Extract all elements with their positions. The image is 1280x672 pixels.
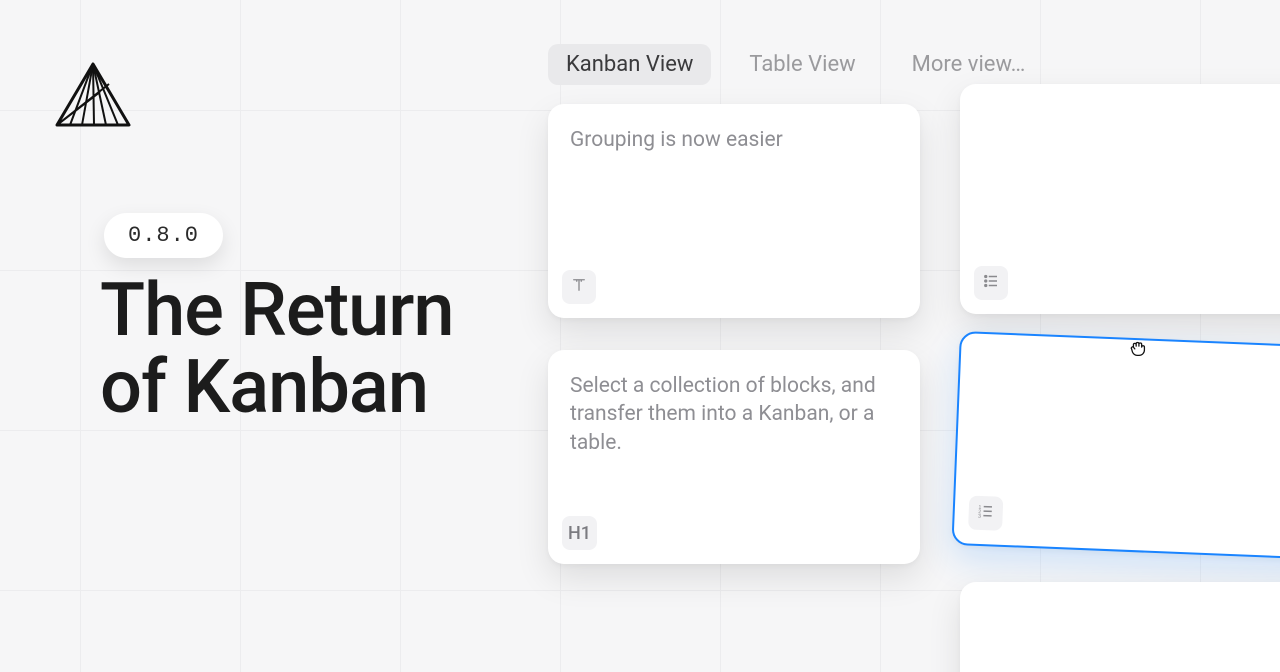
block-type-badge-numbered-list: 1 2 3 (968, 496, 1003, 531)
tab-label: Kanban View (566, 52, 693, 77)
kanban-card-grouping[interactable]: Grouping is now easier (548, 104, 920, 318)
kanban-card-selected-ol[interactable]: 1 2 3 (951, 331, 1280, 560)
bulleted-list-icon (982, 272, 1000, 295)
tab-label: Table View (749, 52, 855, 77)
kanban-board: Grouping is now easier Select a collecti… (548, 104, 1280, 672)
headline-line-1: The Return (100, 267, 454, 354)
version-badge: 0.8.0 (104, 213, 223, 258)
kanban-card-empty-ul[interactable] (960, 84, 1280, 314)
numbered-list-icon: 1 2 3 (976, 501, 995, 525)
svg-text:3: 3 (978, 513, 981, 519)
card-text: Select a collection of blocks, and trans… (570, 372, 898, 457)
page-title: The Return of Kanban (100, 273, 454, 427)
kanban-card-select-blocks[interactable]: Select a collection of blocks, and trans… (548, 350, 920, 564)
h1-type-label: H1 (568, 523, 591, 544)
version-text: 0.8.0 (128, 223, 199, 248)
view-tabs: Kanban View Table View More view… (548, 44, 1043, 85)
tab-label: More view… (912, 52, 1026, 77)
headline-line-2: of Kanban (100, 344, 428, 431)
card-text: Grouping is now easier (570, 126, 898, 154)
tab-kanban-view[interactable]: Kanban View (548, 44, 711, 85)
kanban-card-empty-bottom[interactable] (960, 582, 1280, 672)
block-type-badge-h1: H1 (562, 516, 597, 550)
block-type-badge-text (562, 270, 596, 304)
logo-triangle-icon (54, 62, 132, 128)
app-logo (54, 62, 132, 132)
block-type-badge-bulleted-list (974, 266, 1008, 300)
text-type-icon (570, 276, 588, 299)
tab-table-view[interactable]: Table View (731, 44, 873, 85)
tab-more-views[interactable]: More view… (894, 44, 1044, 85)
